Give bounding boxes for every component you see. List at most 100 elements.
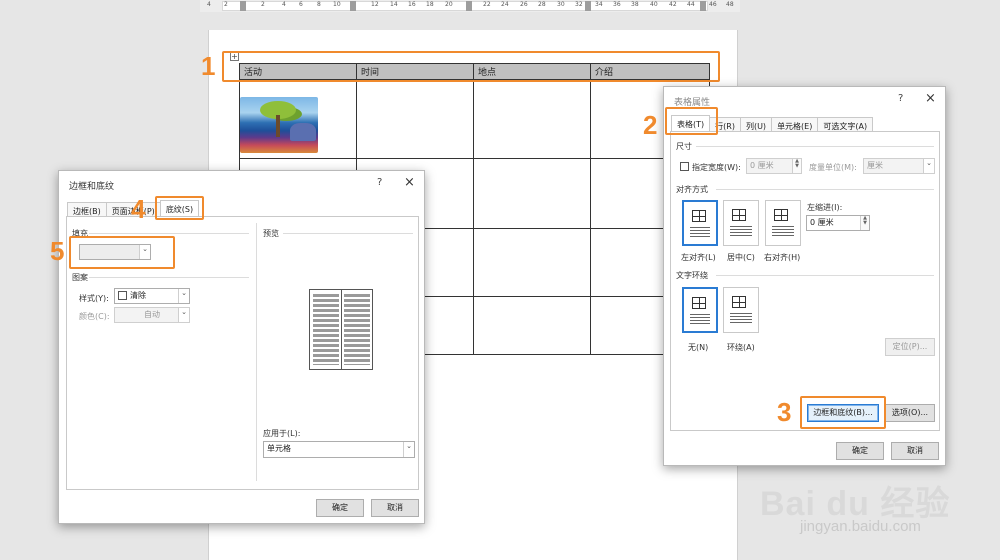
ruler-number: 34: [595, 1, 603, 8]
left-indent-marker[interactable]: [240, 1, 246, 11]
text-lines: [772, 226, 794, 238]
chevron-down-icon: ⌄: [923, 159, 934, 173]
divider: [89, 277, 249, 278]
column-marker[interactable]: [585, 1, 591, 11]
table-cell[interactable]: [473, 296, 591, 355]
divider: [89, 233, 249, 234]
spin-icon[interactable]: ▲ ▼: [860, 216, 869, 230]
ruler-number: 28: [538, 1, 546, 8]
wrap-around-label: 环绕(A): [727, 343, 755, 352]
apply-to-select[interactable]: 单元格 ⌄: [263, 441, 415, 458]
preferred-width-label: 指定宽度(W):: [692, 163, 741, 172]
preview-text-column: [344, 294, 370, 365]
dialog-title: 边框和底纹: [69, 182, 115, 192]
apply-to-label: 应用于(L):: [263, 429, 301, 438]
align-center-icon: [732, 209, 746, 221]
table-cell[interactable]: [239, 79, 357, 159]
cancel-button[interactable]: 取消: [371, 499, 419, 517]
help-icon[interactable]: ?: [377, 177, 382, 188]
style-label: 样式(Y):: [79, 294, 109, 303]
ruler-number: 2: [224, 1, 228, 8]
step-4-highlight: [155, 196, 204, 220]
divider: [716, 189, 934, 190]
ruler-number: 30: [557, 1, 565, 8]
ruler-number: 44: [687, 1, 695, 8]
align-left-option[interactable]: [682, 200, 718, 246]
wrap-around-icon: [732, 296, 746, 308]
step-5-highlight: [69, 236, 175, 269]
right-indent-marker[interactable]: [700, 1, 706, 11]
ruler-number: 24: [501, 1, 509, 8]
close-icon[interactable]: ×: [404, 175, 415, 190]
step-1-label: 1: [201, 51, 216, 81]
table-tab-panel: [670, 131, 940, 431]
table-cell[interactable]: [473, 79, 591, 159]
step-3-label: 3: [777, 397, 792, 427]
step-1-highlight: [222, 51, 720, 82]
align-center-option[interactable]: [723, 200, 759, 246]
align-right-label: 右对齐(H): [764, 253, 801, 262]
rock-shape: [290, 123, 316, 141]
help-icon[interactable]: ?: [898, 93, 903, 104]
options-button[interactable]: 选项(O)...: [885, 404, 935, 422]
ok-button[interactable]: 确定: [836, 442, 884, 460]
ruler-number: 46: [709, 1, 717, 8]
text-lines: [730, 226, 752, 238]
wrap-around-option[interactable]: [723, 287, 759, 333]
pattern-color-select[interactable]: 自动 ⌄: [114, 307, 190, 323]
divider: [716, 275, 934, 276]
text-lines: [690, 314, 710, 326]
preview-image: [309, 289, 373, 370]
spin-icon[interactable]: ▲ ▼: [792, 159, 801, 173]
ruler-number: 6: [299, 1, 303, 8]
table-cell[interactable]: [356, 79, 474, 159]
ruler-number: 32: [575, 1, 583, 8]
column-marker[interactable]: [350, 1, 356, 11]
align-center-label: 居中(C): [727, 253, 755, 262]
size-section-title: 尺寸: [676, 142, 692, 151]
chevron-down-icon: ⌄: [178, 308, 189, 322]
ruler-number: 22: [483, 1, 491, 8]
cancel-button[interactable]: 取消: [891, 442, 939, 460]
step-3-highlight: [800, 396, 886, 429]
ruler-number: 40: [650, 1, 658, 8]
wrap-none-label: 无(N): [688, 343, 709, 352]
preview-text-column: [313, 294, 339, 365]
pattern-section-title: 图案: [72, 273, 88, 282]
align-right-icon: [774, 209, 788, 221]
color-swatch: [118, 291, 127, 300]
close-icon[interactable]: ×: [925, 91, 936, 106]
step-2-label: 2: [643, 110, 658, 140]
table-cell[interactable]: [473, 158, 591, 229]
ruler-number: 16: [408, 1, 416, 8]
measure-value: 厘米: [867, 161, 883, 170]
preferred-width-checkbox[interactable]: [680, 162, 689, 171]
table-cell[interactable]: [473, 228, 591, 297]
text-lines: [690, 227, 710, 239]
align-left-icon: [692, 210, 706, 222]
step-2-highlight: [665, 107, 718, 135]
preferred-width-input[interactable]: 0 厘米 ▲ ▼: [746, 158, 802, 174]
wrap-none-option[interactable]: [682, 287, 718, 333]
indent-input[interactable]: 0 厘米 ▲ ▼: [806, 215, 870, 231]
pattern-style-select[interactable]: 清除 ⌄: [114, 288, 190, 304]
ruler-number: 4: [207, 1, 211, 8]
divider: [256, 223, 257, 481]
preview-section-title: 预览: [263, 229, 279, 238]
table-row[interactable]: [239, 79, 710, 159]
text-lines: [730, 313, 752, 325]
ruler-number: 42: [669, 1, 677, 8]
horizontal-ruler[interactable]: 4 2 2 4 6 8 10 12 14 16 18 20 22 24 26 2…: [200, 0, 740, 12]
ruler-number: 48: [726, 1, 734, 8]
watermark-url: jingyan.baidu.com: [800, 518, 921, 535]
ruler-number: 18: [426, 1, 434, 8]
ruler-number: 4: [282, 1, 286, 8]
ok-button[interactable]: 确定: [316, 499, 364, 517]
column-marker[interactable]: [466, 1, 472, 11]
align-right-option[interactable]: [765, 200, 801, 246]
measure-select[interactable]: 厘米 ⌄: [863, 158, 935, 174]
indent-value: 0 厘米: [810, 218, 834, 227]
preview-divider: [341, 290, 342, 369]
position-button[interactable]: 定位(P)...: [885, 338, 935, 356]
landscape-image[interactable]: [240, 97, 318, 153]
